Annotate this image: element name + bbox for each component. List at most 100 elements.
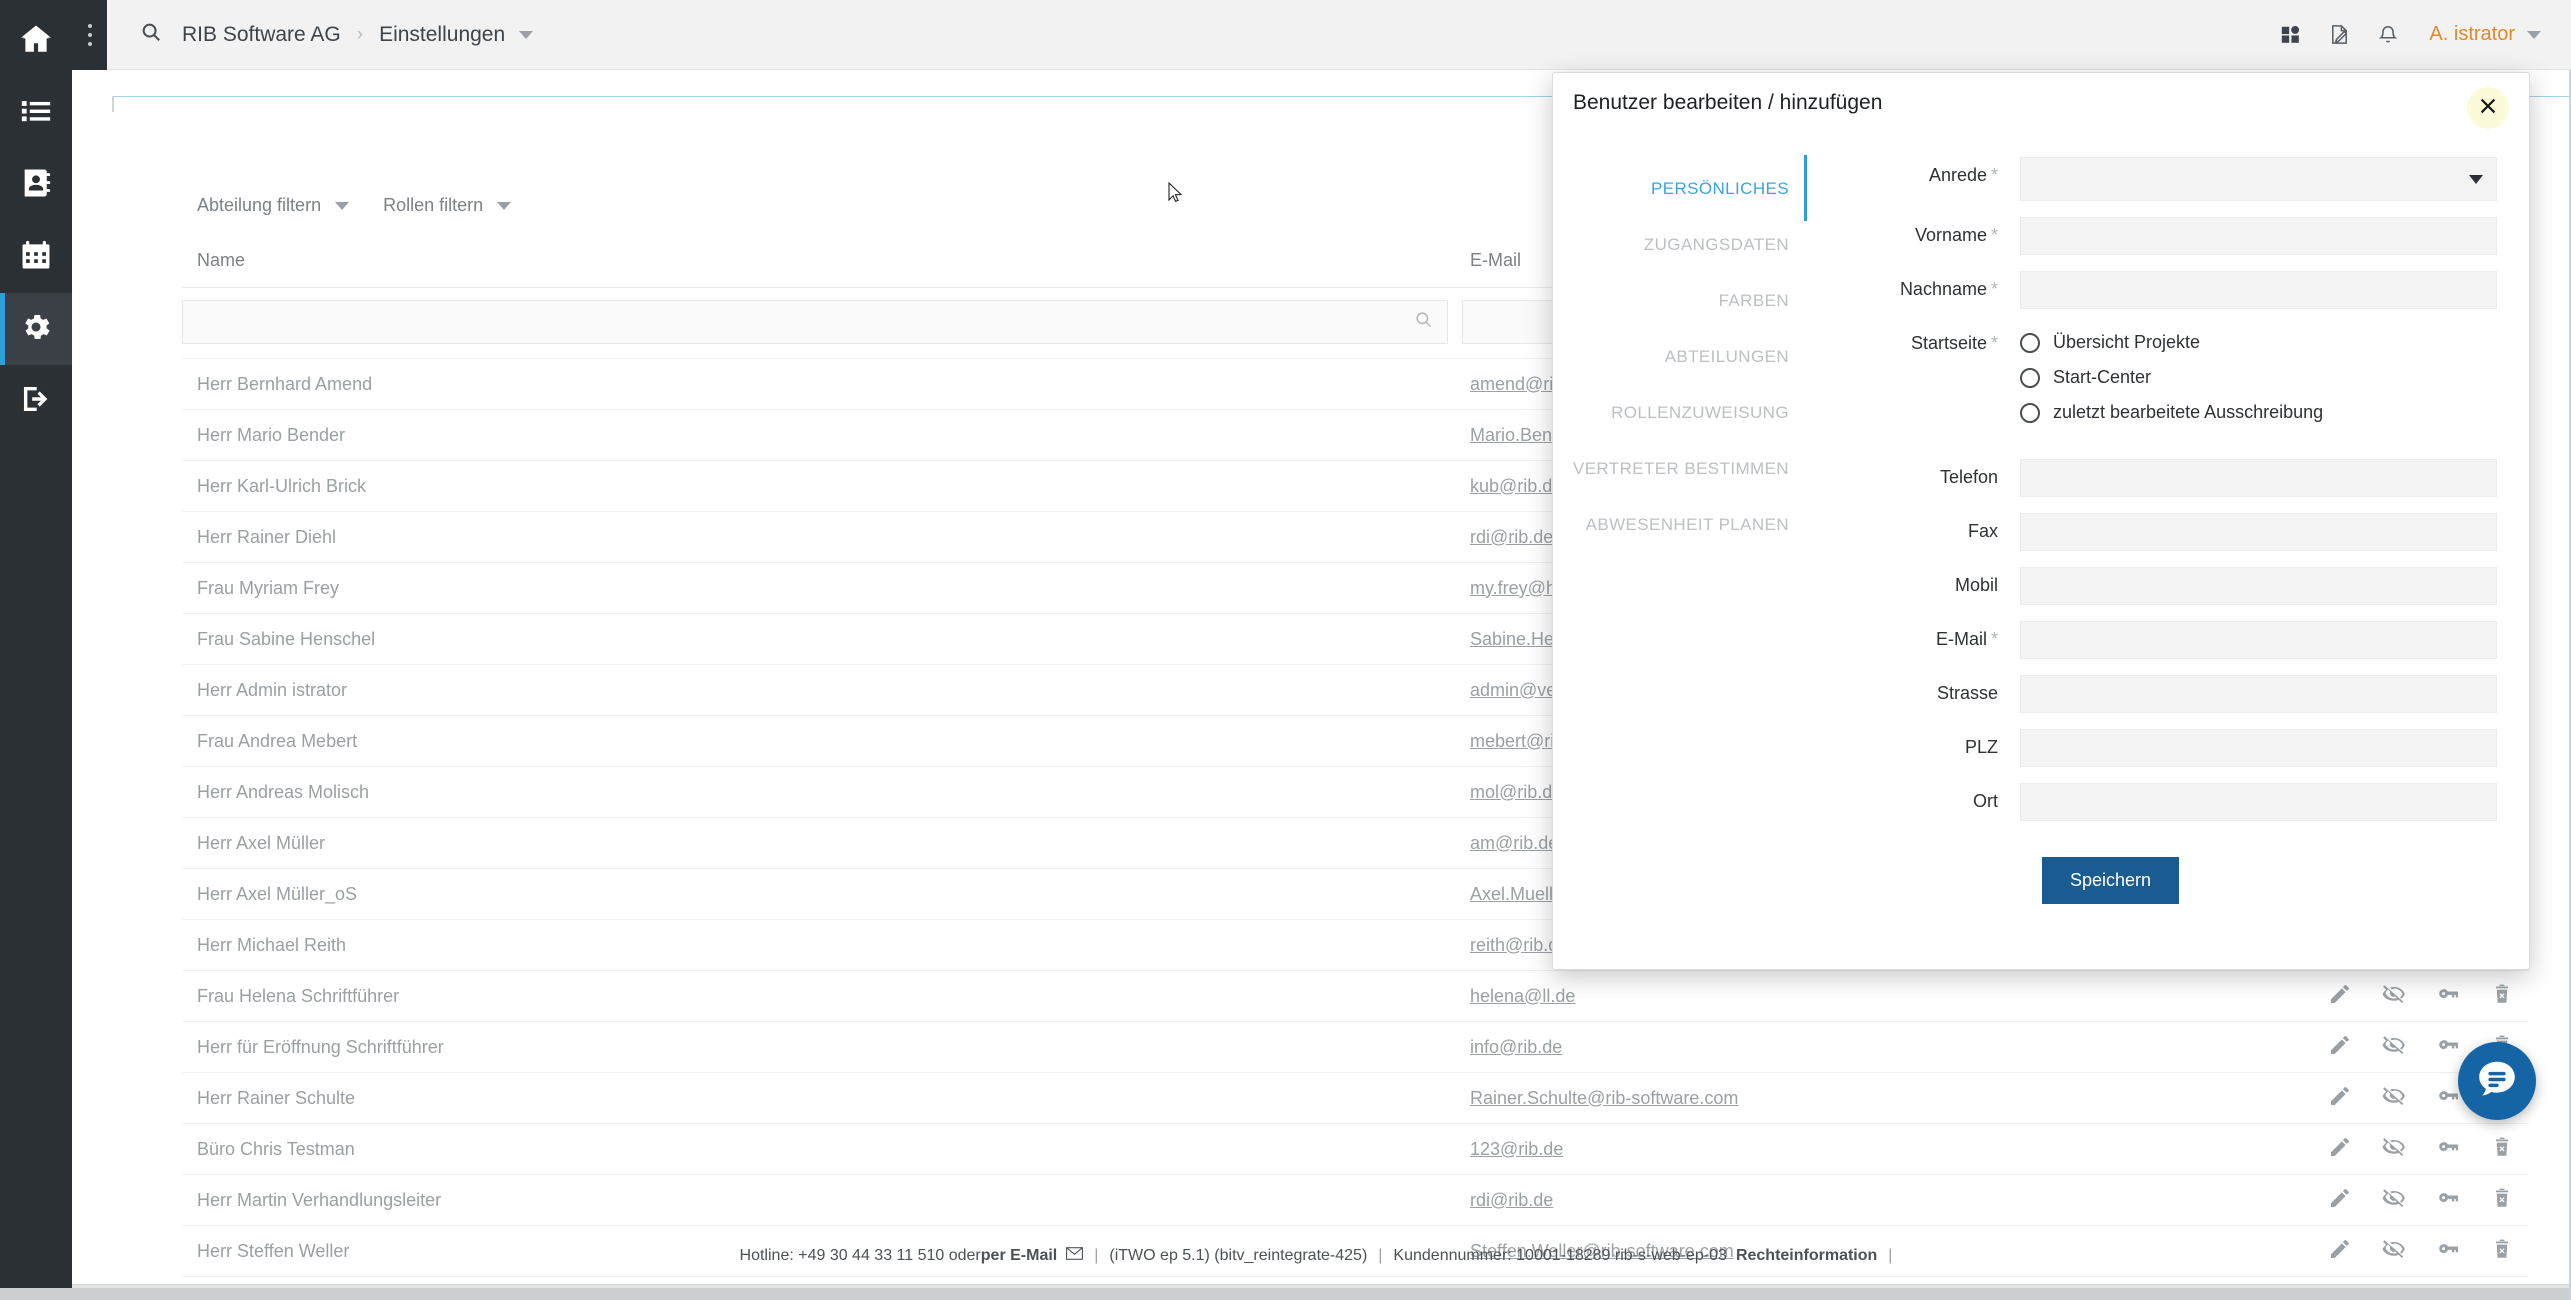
email-link[interactable]: Rainer.Schulte@rib-software.com xyxy=(1470,1088,1738,1108)
cell-email: rdi@rib.de xyxy=(1462,1190,2313,1211)
eye-off-action[interactable] xyxy=(2367,1186,2421,1215)
mobil-input[interactable] xyxy=(2020,567,2497,605)
chat-bubble-button[interactable] xyxy=(2458,1042,2536,1120)
cell-name: Frau Myriam Frey xyxy=(182,578,1462,599)
anrede-select[interactable] xyxy=(2020,157,2497,201)
key-action[interactable] xyxy=(2421,982,2475,1011)
apps-icon[interactable] xyxy=(2280,24,2302,46)
key-action[interactable] xyxy=(2421,1186,2475,1215)
column-header-name[interactable]: Name xyxy=(182,250,1462,271)
sidebar-item-settings[interactable] xyxy=(0,293,72,365)
edit-action[interactable] xyxy=(2313,1186,2367,1215)
dialog-tab-3[interactable]: ABTEILUNGEN xyxy=(1665,329,1807,385)
ort-input[interactable] xyxy=(2020,783,2497,821)
save-button[interactable]: Speichern xyxy=(2042,857,2179,904)
email-link[interactable]: 123@rib.de xyxy=(1470,1139,1563,1159)
field-strasse: Strasse xyxy=(1845,675,2497,713)
plz-input[interactable] xyxy=(2020,729,2497,767)
edit-document-icon[interactable] xyxy=(2328,23,2351,46)
startseite-option-1[interactable]: Start-Center xyxy=(2020,367,2497,388)
dialog-tab-6[interactable]: ABWESENHEIT PLANEN xyxy=(1586,497,1807,553)
key-action[interactable] xyxy=(2421,1135,2475,1164)
startseite-option-2[interactable]: zuletzt bearbeitete Ausschreibung xyxy=(2020,402,2497,423)
gear-icon xyxy=(19,310,53,349)
chevron-down-icon[interactable] xyxy=(2527,31,2541,39)
dialog-tab-2[interactable]: FARBEN xyxy=(1719,273,1807,329)
sidebar-item-logout[interactable] xyxy=(0,365,72,437)
anrede-select-wrap xyxy=(2020,157,2497,201)
label-text: Strasse xyxy=(1937,683,1998,703)
sidebar-item-contacts[interactable] xyxy=(0,149,72,221)
vorname-input[interactable] xyxy=(2020,217,2497,255)
email-link[interactable]: helena@ll.de xyxy=(1470,986,1575,1006)
dialog-tab-5[interactable]: VERTRETER BESTIMMEN xyxy=(1573,441,1807,497)
email-link[interactable]: rdi@rib.de xyxy=(1470,527,1553,547)
cell-name: Herr Axel Müller_oS xyxy=(182,884,1462,905)
email-link[interactable]: rdi@rib.de xyxy=(1470,1190,1553,1210)
chevron-down-icon xyxy=(497,202,511,210)
breadcrumb-page[interactable]: Einstellungen xyxy=(379,23,505,47)
search-name-input[interactable] xyxy=(182,300,1448,344)
close-button[interactable] xyxy=(2467,87,2509,129)
table-row[interactable]: Herr Martin Verhandlungsleiterrdi@rib.de xyxy=(182,1175,2529,1226)
fax-input[interactable] xyxy=(2020,513,2497,551)
label-text: PLZ xyxy=(1965,737,1998,757)
sidebar-item-calendar[interactable] xyxy=(0,221,72,293)
filter-roles-label: Rollen filtern xyxy=(383,195,483,216)
sidebar-menu-toggle[interactable] xyxy=(72,0,107,70)
eye-off-icon xyxy=(2382,982,2406,1011)
email-link[interactable]: kub@rib.de xyxy=(1470,476,1562,496)
startseite-option-label: zuletzt bearbeitete Ausschreibung xyxy=(2053,402,2323,423)
dialog-tab-4[interactable]: ROLLENZUWEISUNG xyxy=(1611,385,1807,441)
trash-action[interactable] xyxy=(2475,982,2529,1011)
sidebar-item-list[interactable] xyxy=(0,77,72,149)
email-link[interactable]: am@rib.de xyxy=(1470,833,1558,853)
search-name-cell xyxy=(182,300,1462,344)
dialog-tab-1[interactable]: ZUGANGSDATEN xyxy=(1644,217,1807,273)
footer-hotline: Hotline: +49 30 44 33 11 510 oder xyxy=(740,1247,981,1265)
edit-action[interactable] xyxy=(2313,1033,2367,1062)
strasse-input[interactable] xyxy=(2020,675,2497,713)
nachname-input[interactable] xyxy=(2020,271,2497,309)
telefon-input[interactable] xyxy=(2020,459,2497,497)
cell-name: Herr Bernhard Amend xyxy=(182,374,1462,395)
eye-off-action[interactable] xyxy=(2367,1135,2421,1164)
footer-email-link[interactable]: per E-Mail xyxy=(981,1247,1057,1265)
edit-action[interactable] xyxy=(2313,1084,2367,1113)
breadcrumb-company[interactable]: RIB Software AG xyxy=(182,23,341,47)
email-link[interactable]: info@rib.de xyxy=(1470,1037,1562,1057)
table-row[interactable]: Herr Rainer SchulteRainer.Schulte@rib-so… xyxy=(182,1073,2529,1124)
chevron-down-icon xyxy=(335,202,349,210)
trash-action[interactable] xyxy=(2475,1135,2529,1164)
eye-off-action[interactable] xyxy=(2367,1084,2421,1113)
edit-action[interactable] xyxy=(2313,982,2367,1011)
table-row[interactable]: Büro Chris Testman123@rib.de xyxy=(182,1124,2529,1175)
window-bottom-strip xyxy=(0,1288,2571,1300)
eye-off-action[interactable] xyxy=(2367,982,2421,1011)
label-text: E-Mail xyxy=(1936,629,1987,649)
table-row[interactable]: Frau Helena Schriftführerhelena@ll.de xyxy=(182,971,2529,1022)
eye-off-action[interactable] xyxy=(2367,1033,2421,1062)
key-icon xyxy=(2436,1084,2460,1113)
chevron-down-icon[interactable] xyxy=(519,31,533,39)
email-input[interactable] xyxy=(2020,621,2497,659)
filter-department-label: Abteilung filtern xyxy=(197,195,321,216)
edit-action[interactable] xyxy=(2313,1135,2367,1164)
row-actions xyxy=(2313,1186,2529,1215)
field-telefon: Telefon xyxy=(1845,459,2497,497)
table-row[interactable]: Herr für Eröffnung Schriftführerinfo@rib… xyxy=(182,1022,2529,1073)
email-link[interactable]: mol@rib.de xyxy=(1470,782,1562,802)
trash-action[interactable] xyxy=(2475,1186,2529,1215)
dialog-tab-list: PERSÖNLICHESZUGANGSDATENFARBENABTEILUNGE… xyxy=(1553,135,1807,969)
dialog-tab-0[interactable]: PERSÖNLICHES xyxy=(1651,161,1807,217)
bell-icon[interactable] xyxy=(2377,24,2399,46)
label-text: Anrede xyxy=(1929,165,1987,185)
filter-roles[interactable]: Rollen filtern xyxy=(383,195,511,216)
startseite-option-0[interactable]: Übersicht Projekte xyxy=(2020,332,2497,353)
global-search-button[interactable] xyxy=(140,21,162,48)
filter-department[interactable]: Abteilung filtern xyxy=(197,195,349,216)
cell-name: Herr Karl-Ulrich Brick xyxy=(182,476,1462,497)
user-menu-label[interactable]: A. istrator xyxy=(2429,23,2515,46)
sidebar-item-home[interactable] xyxy=(0,5,72,77)
footer-rechteinformation-link[interactable]: Rechteinformation xyxy=(1736,1247,1877,1265)
